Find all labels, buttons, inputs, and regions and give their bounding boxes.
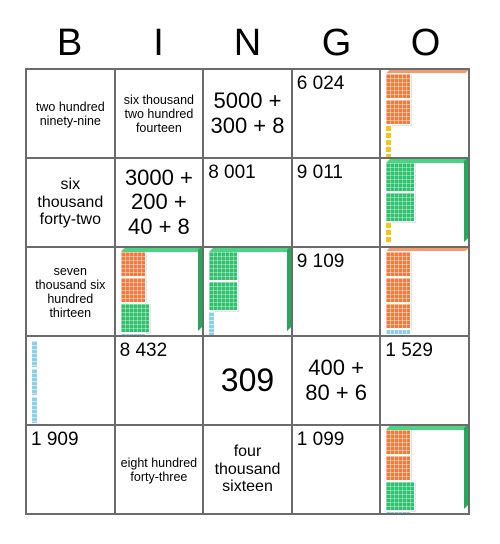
thousand-cube xyxy=(385,192,416,222)
bingo-cell-r1c3[interactable]: 5000 + 300 + 8 xyxy=(204,70,293,159)
unit-cube xyxy=(385,236,393,243)
unit-cube xyxy=(385,139,393,146)
bingo-header: B I N G O xyxy=(25,18,470,68)
cell-text: seven thousand six hundred thirteen xyxy=(35,263,106,320)
hundred-flat xyxy=(385,429,412,455)
ten-rod xyxy=(385,511,412,513)
cell-text: six thousand forty-two xyxy=(37,175,104,229)
cell-text: 8 432 xyxy=(119,340,168,361)
thousand-cube xyxy=(208,251,239,281)
cell-text: 8 001 xyxy=(208,162,256,183)
thousand-cube xyxy=(385,481,416,511)
bingo-cell-r1c2[interactable]: six thousand two hundred fourteen xyxy=(115,70,205,159)
base-ten-blocks xyxy=(208,251,287,335)
bingo-cell-r4c1[interactable] xyxy=(27,337,116,426)
bingo-grid: two hundred ninety-nine six thousand two … xyxy=(25,68,470,515)
bingo-cell-r5c1[interactable]: 1 909 xyxy=(27,426,116,515)
bingo-cell-r4c3[interactable]: 309 xyxy=(204,337,293,426)
bingo-cell-r1c1[interactable]: two hundred ninety-nine xyxy=(27,70,116,159)
bingo-cell-r2c3[interactable]: 8 001 xyxy=(204,159,293,248)
hundred-flat xyxy=(119,251,146,277)
cell-text: 6 024 xyxy=(296,73,345,94)
cell-text: eight hundred forty-three xyxy=(120,455,198,484)
base-ten-blocks xyxy=(385,162,464,243)
unit-cube xyxy=(385,146,393,153)
base-ten-blocks xyxy=(385,429,464,513)
header-letter-g: G xyxy=(321,21,352,64)
cell-text: 5000 + 300 + 8 xyxy=(210,87,285,138)
ten-rod xyxy=(31,340,38,368)
hundred-flat xyxy=(119,277,146,303)
hundred-flat xyxy=(385,303,412,329)
bingo-cell-r5c5[interactable] xyxy=(381,426,470,515)
bingo-cell-r3c5[interactable] xyxy=(381,248,470,337)
cell-text: 9 109 xyxy=(296,251,345,272)
bingo-cell-r3c4[interactable]: 9 109 xyxy=(292,248,382,337)
ten-rod xyxy=(208,311,216,335)
cell-text: 3000 + 200 + 40 + 8 xyxy=(124,164,193,239)
cell-text: 309 xyxy=(220,361,275,398)
bingo-cell-r5c4[interactable]: 1 099 xyxy=(292,426,382,515)
ten-rod xyxy=(31,396,38,424)
bingo-cell-r4c4[interactable]: 400 + 80 + 6 xyxy=(292,337,382,426)
base-ten-blocks xyxy=(385,251,464,335)
bingo-cell-r2c1[interactable]: six thousand forty-two xyxy=(27,159,116,248)
thousand-cube xyxy=(119,303,150,333)
header-letter-n: N xyxy=(233,21,262,64)
bingo-cell-r1c5[interactable] xyxy=(381,70,470,159)
cell-text: four thousand sixteen xyxy=(214,442,281,496)
bingo-cell-r2c2[interactable]: 3000 + 200 + 40 + 8 xyxy=(115,159,205,248)
cell-text: 9 011 xyxy=(296,162,343,183)
unit-cube xyxy=(385,132,393,139)
bingo-cell-r3c2[interactable] xyxy=(115,248,205,337)
unit-cube xyxy=(385,229,393,236)
thousand-cube xyxy=(385,162,416,192)
bingo-cell-r5c2[interactable]: eight hundred forty-three xyxy=(115,426,205,515)
ten-rod xyxy=(31,368,38,396)
unit-cube xyxy=(385,125,393,132)
unit-cube xyxy=(385,222,393,229)
hundred-flat xyxy=(385,251,412,277)
cell-text: 1 529 xyxy=(385,340,433,361)
bingo-cell-r5c3[interactable]: four thousand sixteen xyxy=(204,426,293,515)
cell-text: 1 099 xyxy=(296,429,345,450)
bingo-cell-r4c5[interactable]: 1 529 xyxy=(381,337,470,426)
header-letter-b: B xyxy=(56,21,83,64)
bingo-cell-r3c3[interactable] xyxy=(204,248,293,337)
bingo-cell-r1c4[interactable]: 6 024 xyxy=(292,70,382,159)
header-letter-o: O xyxy=(410,21,441,64)
cell-text: six thousand two hundred fourteen xyxy=(123,92,194,135)
hundred-flat xyxy=(385,73,412,99)
bingo-cell-r4c2[interactable]: 8 432 xyxy=(115,337,205,426)
bingo-cell-r2c4[interactable]: 9 011 xyxy=(292,159,382,248)
hundred-flat xyxy=(385,455,412,481)
base-ten-blocks xyxy=(31,340,110,424)
bingo-cell-r2c5[interactable] xyxy=(381,159,470,248)
cell-text: 400 + 80 + 6 xyxy=(305,354,367,405)
hundred-flat xyxy=(385,99,412,125)
base-ten-blocks xyxy=(119,251,199,335)
cell-text: two hundred ninety-nine xyxy=(35,99,105,128)
bingo-cell-r3c1[interactable]: seven thousand six hundred thirteen xyxy=(27,248,116,337)
bingo-card: B I N G O two hundred ninety-nine six tho… xyxy=(0,0,500,544)
base-ten-blocks xyxy=(385,73,464,157)
thousand-cube xyxy=(208,281,239,311)
hundred-flat xyxy=(385,277,412,303)
cell-text: 1 909 xyxy=(31,429,79,450)
header-letter-i: I xyxy=(153,21,164,64)
